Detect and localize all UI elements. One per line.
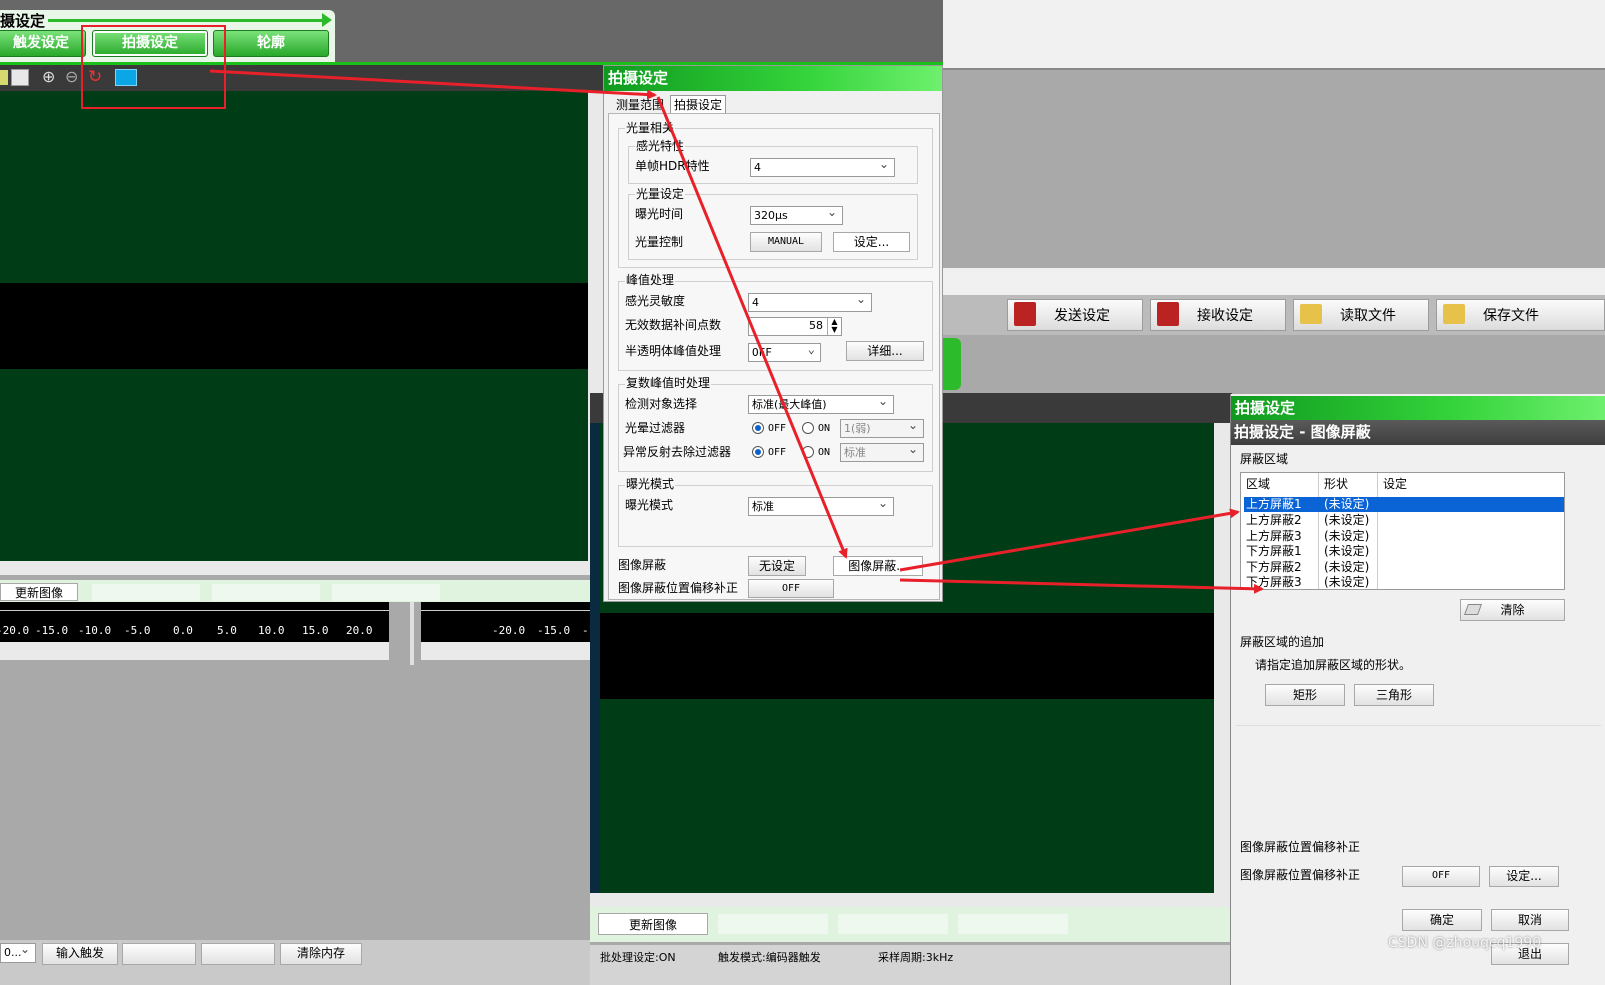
arrow-to-capture-panel bbox=[209, 69, 657, 100]
arrow-to-mask-rows bbox=[899, 578, 1264, 594]
arrow-to-mask-button bbox=[656, 96, 848, 559]
arrow-to-mask-table bbox=[899, 508, 1240, 572]
annotation-arrows bbox=[209, 69, 1264, 594]
